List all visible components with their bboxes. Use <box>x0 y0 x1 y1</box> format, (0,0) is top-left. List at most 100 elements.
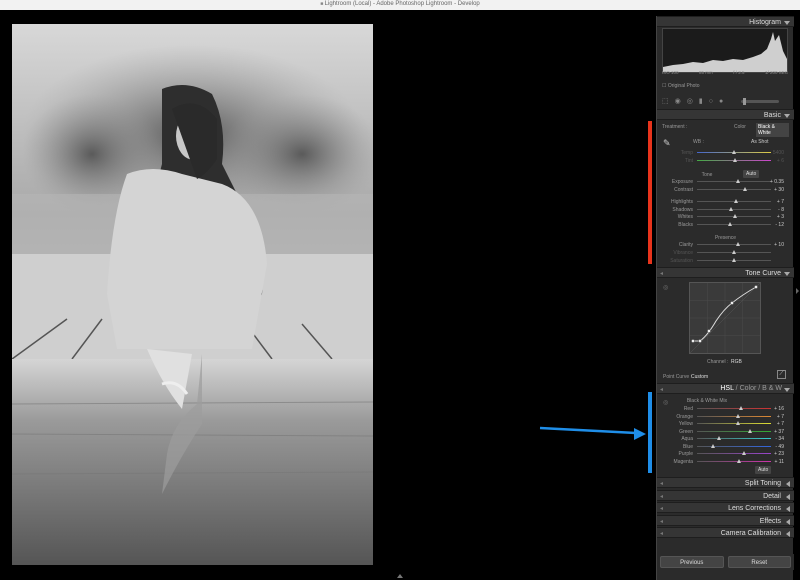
slider-track[interactable] <box>697 460 771 462</box>
collapse-icon[interactable] <box>784 21 790 25</box>
slider-row-contrast[interactable]: Contrast + 30 <box>657 186 794 194</box>
spot-removal-icon[interactable]: ◉ <box>675 97 681 105</box>
curve-edit-icon[interactable]: ⟋ <box>777 370 786 379</box>
visibility-icon[interactable]: ◂ <box>660 386 663 393</box>
reset-button[interactable]: Reset <box>727 556 791 568</box>
slider-row-clarity[interactable]: Clarity + 10 <box>657 241 794 249</box>
panel-header-camera-calibration[interactable]: ◂ Camera Calibration <box>657 527 794 538</box>
slider-value[interactable]: + 10 <box>774 242 784 248</box>
slider-thumb[interactable] <box>739 406 744 410</box>
expand-icon[interactable] <box>786 481 790 487</box>
photo-preview[interactable] <box>12 24 373 565</box>
expand-icon[interactable] <box>786 519 790 525</box>
slider-value[interactable]: + 3 <box>777 214 784 220</box>
slider-row-exposure[interactable]: Exposure + 0.35 <box>657 178 794 186</box>
slider-value[interactable]: 5400 <box>773 150 784 156</box>
slider-row-blacks[interactable]: Blacks - 12 <box>657 221 794 229</box>
slider-track[interactable] <box>697 453 771 454</box>
slider-value[interactable]: + 37 <box>774 429 784 435</box>
slider-value[interactable]: - 12 <box>775 222 784 228</box>
expand-icon[interactable] <box>786 506 790 512</box>
right-panel-toggle-icon[interactable] <box>796 288 799 294</box>
slider-track[interactable] <box>697 244 771 245</box>
expand-icon[interactable] <box>786 494 790 500</box>
slider-value[interactable]: - 8 <box>778 207 784 213</box>
slider-value[interactable]: + 16 <box>774 406 784 412</box>
point-curve-select[interactable]: Custom <box>691 374 708 380</box>
radial-filter-icon[interactable]: ○ <box>709 98 713 105</box>
slider-value[interactable]: + 23 <box>774 451 784 457</box>
slider-track[interactable] <box>697 430 771 432</box>
collapse-icon[interactable] <box>784 114 790 118</box>
panel-header-lens-corrections[interactable]: ◂ Lens Corrections <box>657 502 794 513</box>
panel-header-hsl[interactable]: ◂ HSL / Color / B & W <box>657 383 794 394</box>
slider-thumb[interactable] <box>736 179 741 183</box>
tab-hsl[interactable]: HSL <box>720 385 733 392</box>
slider-row-tint[interactable]: Tint + 6 <box>657 157 794 165</box>
treatment-color[interactable]: Color <box>734 124 746 130</box>
slider-track[interactable] <box>697 445 771 447</box>
collapse-icon[interactable] <box>784 272 790 276</box>
bottom-panel-toggle-icon[interactable] <box>397 574 403 578</box>
visibility-icon[interactable]: ◂ <box>660 480 663 487</box>
eyedropper-icon[interactable]: ✎ <box>663 138 671 149</box>
channel-select[interactable]: RGB <box>731 359 742 365</box>
slider-track[interactable] <box>697 415 771 417</box>
slider-thumb[interactable] <box>729 206 734 211</box>
slider-thumb[interactable] <box>742 451 747 455</box>
slider-value[interactable]: + 6 <box>777 158 784 164</box>
visibility-icon[interactable]: ◂ <box>660 518 663 525</box>
slider-track[interactable] <box>697 423 771 424</box>
slider-thumb[interactable] <box>735 242 740 246</box>
collapse-icon[interactable] <box>784 388 790 392</box>
adjustment-brush-icon[interactable]: ● <box>719 98 723 105</box>
slider-thumb[interactable] <box>732 150 736 154</box>
tab-bw[interactable]: B & W <box>762 385 782 392</box>
tone-auto-button[interactable]: Auto <box>743 170 760 178</box>
wb-value[interactable]: As Shot <box>751 139 769 145</box>
slider-thumb[interactable] <box>737 458 742 463</box>
slider-thumb[interactable] <box>732 258 736 262</box>
slider-thumb[interactable] <box>735 413 740 418</box>
slider-track[interactable] <box>697 438 771 439</box>
treatment-bw[interactable]: Black & White <box>756 123 789 137</box>
visibility-icon[interactable]: ◂ <box>660 530 663 537</box>
slider-row-magenta[interactable]: Magenta + 11 <box>657 458 794 466</box>
tool-slider[interactable] <box>741 97 780 105</box>
visibility-icon[interactable]: ◂ <box>660 493 663 500</box>
panel-header-effects[interactable]: ◂ Effects <box>657 515 794 526</box>
slider-row-vibrance[interactable]: Vibrance <box>657 249 794 257</box>
slider-value[interactable]: - 34 <box>775 436 784 442</box>
slider-thumb[interactable] <box>732 214 737 218</box>
slider-track[interactable] <box>697 408 771 409</box>
crop-icon[interactable]: ⬚ <box>662 97 669 105</box>
slider-row-temp[interactable]: Temp 5400 <box>657 149 794 157</box>
slider-thumb[interactable] <box>743 187 748 191</box>
panel-header-tone-curve[interactable]: ◂ Tone Curve <box>657 267 794 278</box>
visibility-icon[interactable]: ◂ <box>660 505 663 512</box>
graduated-filter-icon[interactable]: ▮ <box>699 97 703 105</box>
slider-value[interactable]: + 7 <box>777 199 784 205</box>
slider-value[interactable]: + 0.35 <box>770 179 784 185</box>
slider-thumb[interactable] <box>732 250 736 254</box>
slider-value[interactable]: + 11 <box>775 459 785 465</box>
slider-value[interactable]: + 7 <box>777 421 784 427</box>
red-eye-icon[interactable]: ◎ <box>687 97 693 105</box>
slider-value[interactable]: + 30 <box>774 187 784 193</box>
original-photo-checkbox[interactable]: Original Photo <box>662 83 700 89</box>
histogram-graph[interactable] <box>662 28 788 73</box>
slider-thumb[interactable] <box>734 199 739 203</box>
target-adjust-icon[interactable]: ◎ <box>663 284 668 291</box>
slider-track[interactable] <box>697 181 771 182</box>
slider-value[interactable]: + 7 <box>777 414 784 420</box>
slider-thumb[interactable] <box>727 221 732 226</box>
slider-thumb[interactable] <box>735 421 740 425</box>
slider-value[interactable]: - 49 <box>775 444 784 450</box>
slider-row-saturation[interactable]: Saturation <box>657 257 794 265</box>
panel-header-basic[interactable]: Basic <box>657 109 794 120</box>
tab-color[interactable]: Color <box>740 385 757 392</box>
slider-track[interactable] <box>697 208 771 210</box>
slider-thumb[interactable] <box>733 158 738 162</box>
slider-thumb[interactable] <box>748 428 753 433</box>
slider-thumb[interactable] <box>711 443 716 448</box>
